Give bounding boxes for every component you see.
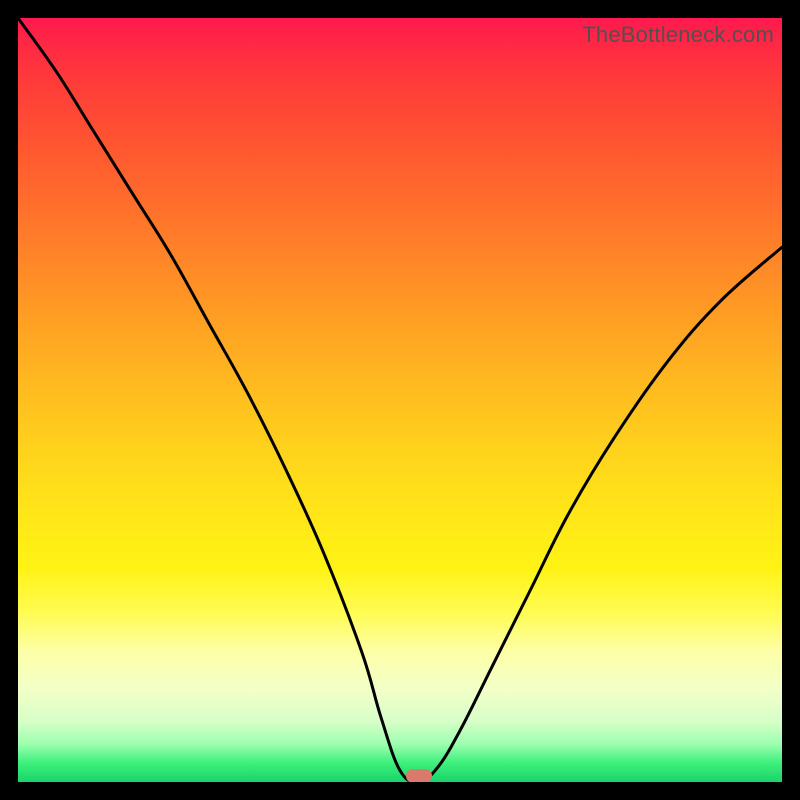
plot-area: TheBottleneck.com [18, 18, 782, 782]
bottleneck-curve [18, 18, 782, 782]
chart-stage: TheBottleneck.com [0, 0, 800, 800]
curve-path [18, 18, 782, 782]
optimal-point-marker [406, 769, 432, 782]
